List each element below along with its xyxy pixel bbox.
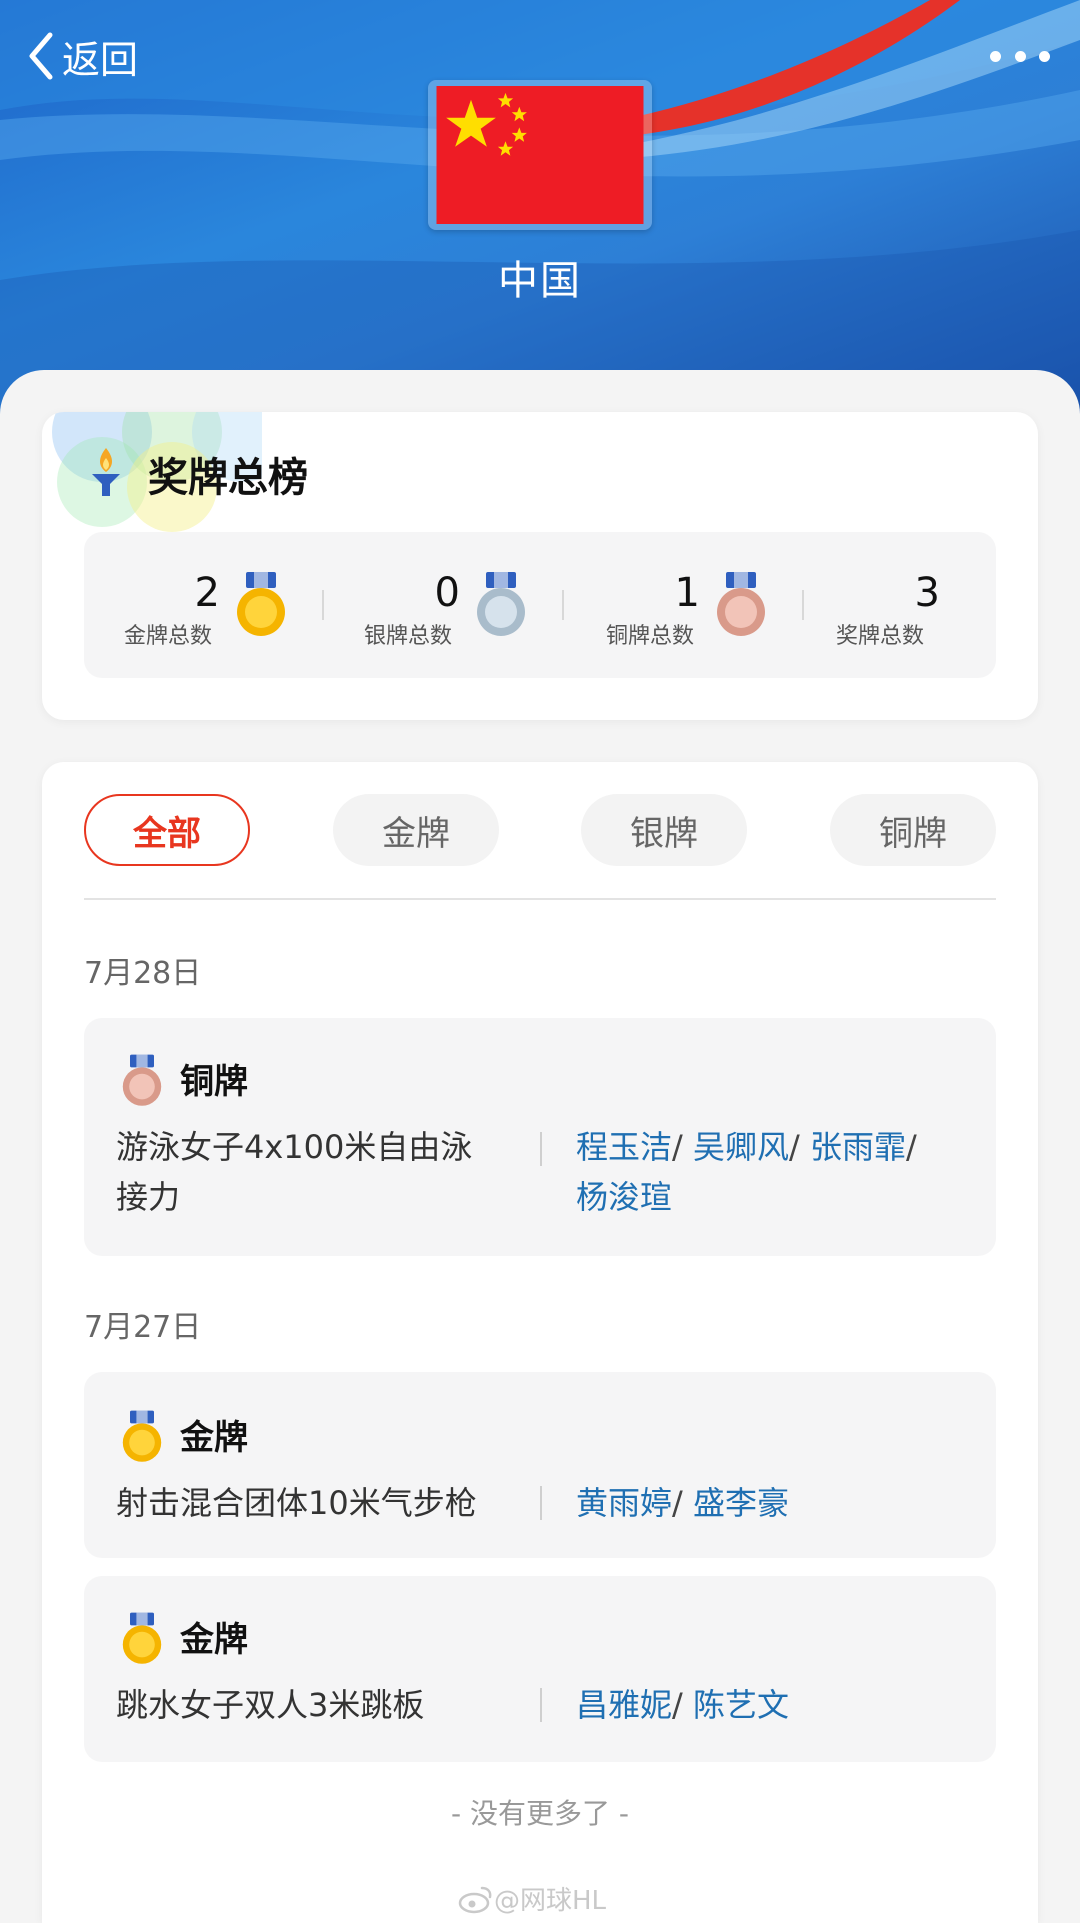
watermark: @网球HL <box>458 1880 606 1917</box>
athlete-link[interactable]: 吴卿风 <box>693 1128 789 1166</box>
more-dot-icon <box>1039 50 1050 62</box>
bronze-label: 铜牌总数 <box>606 624 695 649</box>
medal-type-label: 金牌 <box>180 1620 248 1660</box>
tally-divider <box>802 590 804 620</box>
date-label: 7月27日 <box>84 1310 202 1345</box>
bronze-count: 1 <box>674 570 700 616</box>
event-divider <box>540 1688 542 1722</box>
date-label: 7月28日 <box>84 956 202 991</box>
gold-label: 金牌总数 <box>124 624 213 649</box>
silver-label: 银牌总数 <box>364 624 453 649</box>
event-name: 游泳女子4x100米自由泳 接力 <box>116 1122 472 1222</box>
event-divider <box>540 1132 542 1166</box>
chevron-left-icon <box>29 32 53 80</box>
tab-silver[interactable]: 银牌 <box>581 794 747 866</box>
more-dot-icon <box>990 50 1001 62</box>
tab-all[interactable]: 全部 <box>84 794 250 866</box>
athlete-link[interactable]: 昌雅妮 <box>576 1686 672 1724</box>
medal-event-card[interactable]: 金牌 射击混合团体10米气步枪 黄雨婷/ 盛李豪 <box>84 1372 996 1558</box>
athlete-list: 程玉洁/ 吴卿风/ 张雨霏/ 杨浚瑄 <box>576 1122 976 1222</box>
gold-medal-icon <box>122 1612 162 1664</box>
medal-event-card[interactable]: 金牌 跳水女子双人3米跳板 昌雅妮/ 陈艺文 <box>84 1576 996 1762</box>
country-header: 返回 中国 <box>0 0 1080 420</box>
country-name: 中国 <box>498 258 582 304</box>
back-button[interactable]: 返回 <box>26 28 138 84</box>
tab-bronze[interactable]: 铜牌 <box>830 794 996 866</box>
athlete-separator: / <box>672 1686 693 1724</box>
athlete-list: 黄雨婷/ 盛李豪 <box>576 1478 789 1528</box>
gold-medal-icon <box>237 572 285 636</box>
event-name-line: 接力 <box>116 1178 181 1216</box>
medal-type-label: 铜牌 <box>180 1062 248 1102</box>
athlete-list: 昌雅妮/ 陈艺文 <box>576 1680 789 1730</box>
athlete-link[interactable]: 陈艺文 <box>693 1686 789 1724</box>
back-label: 返回 <box>62 37 139 82</box>
weibo-logo-icon <box>458 1886 492 1913</box>
gold-medal-icon <box>122 1410 162 1462</box>
event-name: 跳水女子双人3米跳板 <box>116 1686 425 1724</box>
medal-type-label: 金牌 <box>180 1418 248 1458</box>
more-options-button[interactable] <box>990 38 1050 74</box>
bronze-medal-icon <box>717 572 765 636</box>
gold-count: 2 <box>194 570 220 616</box>
olympic-torch-icon <box>92 448 120 496</box>
tab-gold[interactable]: 金牌 <box>333 794 499 866</box>
medal-summary-title: 奖牌总榜 <box>148 455 308 501</box>
medal-event-card[interactable]: 铜牌 游泳女子4x100米自由泳 接力 程玉洁/ 吴卿风/ 张雨霏/ 杨浚瑄 <box>84 1018 996 1256</box>
athlete-separator: / <box>905 1128 917 1166</box>
tally-divider <box>562 590 564 620</box>
event-name-line: 游泳女子4x100米自由泳 <box>116 1128 473 1166</box>
event-name: 射击混合团体10米气步枪 <box>116 1484 477 1522</box>
china-flag-icon <box>436 86 644 224</box>
athlete-separator: / <box>672 1128 693 1166</box>
athlete-link[interactable]: 杨浚瑄 <box>576 1178 672 1216</box>
athlete-separator: / <box>788 1128 810 1166</box>
athlete-link[interactable]: 张雨霏 <box>810 1128 906 1166</box>
watermark-text: @网球HL <box>494 1886 607 1916</box>
athlete-link[interactable]: 黄雨婷 <box>576 1484 672 1522</box>
tally-divider <box>322 590 324 620</box>
tab-divider <box>84 898 996 900</box>
silver-count: 0 <box>434 570 460 616</box>
total-label: 奖牌总数 <box>836 624 925 649</box>
athlete-separator: / <box>672 1484 693 1522</box>
event-divider <box>540 1486 542 1520</box>
medal-tally-panel: 2 金牌总数 0 银牌总数 1 铜牌总数 3 奖牌总数 <box>84 532 996 678</box>
athlete-link[interactable]: 盛李豪 <box>693 1484 789 1522</box>
total-count: 3 <box>914 570 940 616</box>
bronze-medal-icon <box>122 1054 162 1106</box>
athlete-link[interactable]: 程玉洁 <box>576 1128 672 1166</box>
country-flag <box>428 80 652 230</box>
end-of-list-text: - 没有更多了 - <box>450 1797 629 1830</box>
silver-medal-icon <box>477 572 525 636</box>
more-dot-icon <box>1014 50 1026 62</box>
